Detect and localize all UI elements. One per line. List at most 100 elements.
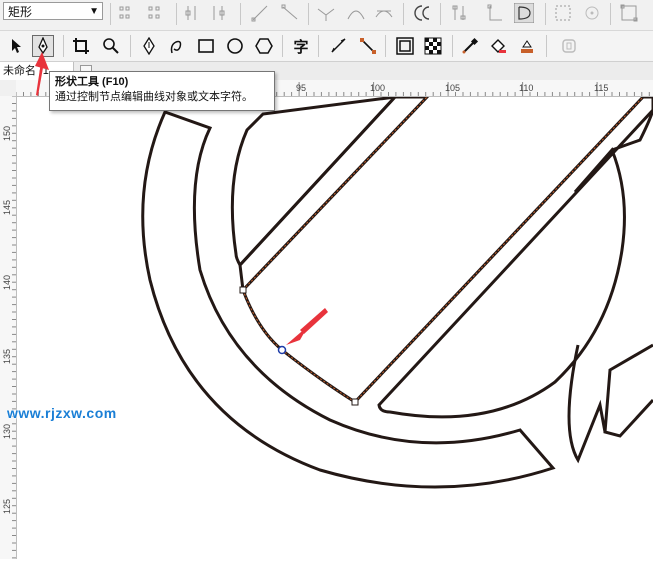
ring-right-outer-path xyxy=(603,343,653,438)
selected-node xyxy=(277,345,287,355)
curve-brush-icon xyxy=(170,40,182,54)
shape-tool-icon xyxy=(38,37,48,55)
rotate-nodes-icon[interactable] xyxy=(582,3,602,23)
reverse-direction-icon[interactable] xyxy=(412,3,432,23)
separator xyxy=(545,3,546,25)
vertical-ruler[interactable]: 150 145 140 135 130 125 xyxy=(0,96,17,559)
break-curve-icon[interactable] xyxy=(210,3,230,23)
ruler-label: 125 xyxy=(2,498,12,514)
node-delete-icon[interactable] xyxy=(146,3,166,23)
connector-icon xyxy=(360,38,376,54)
separator xyxy=(403,3,404,25)
curve-node xyxy=(239,286,247,294)
toolbox: 字 xyxy=(0,31,653,62)
ellipse-icon xyxy=(227,38,243,54)
close-curve-icon[interactable] xyxy=(486,3,506,23)
smart-fill-icon xyxy=(521,40,533,53)
lock-tool[interactable] xyxy=(558,35,580,57)
separator xyxy=(240,3,241,25)
crop-tool[interactable] xyxy=(70,35,92,57)
ellipse-tool[interactable] xyxy=(224,35,246,57)
to-curve-icon[interactable] xyxy=(280,3,300,23)
shape-tool-tooltip: 形状工具 (F10) 通过控制节点编辑曲线对象或文本字符。 xyxy=(49,71,275,111)
transparency-tool[interactable] xyxy=(422,35,444,57)
ruler-label: 145 xyxy=(2,199,12,215)
separator xyxy=(110,3,111,25)
magnifier-icon xyxy=(103,38,119,54)
separator xyxy=(308,3,309,25)
document-tab-label: 未命名 -1 xyxy=(3,65,49,77)
separator xyxy=(130,35,131,57)
tooltip-description: 通过控制节点编辑曲线对象或文本字符。 xyxy=(55,91,253,103)
separator xyxy=(385,35,386,57)
connector-tool[interactable] xyxy=(357,35,379,57)
ruler-label: 100 xyxy=(370,83,386,93)
pointer-icon xyxy=(12,39,21,53)
parallel-dimension-icon xyxy=(331,38,346,53)
ruler-label: 95 xyxy=(296,83,307,93)
shape-type-select-value: 矩形 xyxy=(8,5,33,19)
shape-tool[interactable] xyxy=(32,35,54,57)
zoom-tool[interactable] xyxy=(100,35,122,57)
separator xyxy=(440,3,441,25)
separator xyxy=(452,35,453,57)
ruler-label: 105 xyxy=(445,83,461,93)
symmetric-node-icon[interactable] xyxy=(374,3,394,23)
separator xyxy=(610,3,611,25)
eyedropper-tool[interactable] xyxy=(459,35,481,57)
freehand-tool[interactable] xyxy=(138,35,160,57)
separator xyxy=(282,35,283,57)
pick-tool[interactable] xyxy=(6,35,28,57)
ruler-label: 135 xyxy=(2,348,12,364)
select-all-nodes-icon[interactable] xyxy=(619,3,639,23)
to-line-icon[interactable] xyxy=(250,3,270,23)
watermark: www.rjzxw.com xyxy=(7,405,117,421)
lock-icon xyxy=(562,39,576,53)
pen-nib-icon xyxy=(143,37,155,55)
interactive-fill-tool[interactable] xyxy=(487,35,509,57)
edited-curve-path xyxy=(241,289,356,404)
hexagon-icon xyxy=(255,38,273,54)
ruler-label: 150 xyxy=(2,125,12,141)
separator xyxy=(63,35,64,57)
extend-curve-icon[interactable] xyxy=(450,3,470,23)
property-bar: 矩形 ▼ xyxy=(0,0,653,31)
smooth-node-icon[interactable] xyxy=(346,3,366,23)
rectangle-icon xyxy=(198,39,214,53)
ruler-ticks xyxy=(12,96,16,559)
ruler-corner[interactable] xyxy=(0,80,17,97)
checkerboard-icon xyxy=(424,37,442,55)
contour-tool[interactable] xyxy=(394,35,416,57)
prohibition-sign-drawing[interactable] xyxy=(17,94,653,559)
ruler-label: 110 xyxy=(519,83,534,93)
separator xyxy=(546,35,547,57)
crop-icon xyxy=(73,38,89,54)
rectangle-tool[interactable] xyxy=(195,35,217,57)
dimension-tool[interactable] xyxy=(328,35,350,57)
ruler-label: 130 xyxy=(2,423,12,439)
join-nodes-icon[interactable] xyxy=(184,3,204,23)
auto-close-icon[interactable] xyxy=(514,3,534,23)
edited-curve-highlight xyxy=(242,289,356,403)
text-tool[interactable]: 字 xyxy=(290,35,312,57)
eyedropper-icon xyxy=(462,37,479,54)
ruler-label: 115 xyxy=(594,83,609,93)
shape-type-select[interactable]: 矩形 ▼ xyxy=(3,2,103,20)
slash-lower-path xyxy=(353,95,653,419)
ring-lower-right-path xyxy=(567,344,607,464)
curve-node xyxy=(351,398,359,406)
polygon-tool[interactable] xyxy=(253,35,275,57)
smart-fill-tool[interactable] xyxy=(516,35,538,57)
separator xyxy=(318,35,319,57)
chevron-down-icon: ▼ xyxy=(89,6,99,17)
slash-band-path xyxy=(238,95,431,294)
text-tool-glyph: 字 xyxy=(293,38,309,56)
node-grid-icon[interactable] xyxy=(118,3,138,23)
cusp-node-icon[interactable] xyxy=(316,3,336,23)
ring-outer-left-path xyxy=(141,110,556,489)
separator xyxy=(176,3,177,25)
paint-bucket-icon xyxy=(491,39,506,53)
artistic-media-tool[interactable] xyxy=(166,35,188,57)
drawing-canvas[interactable] xyxy=(17,94,653,559)
marquee-select-icon[interactable] xyxy=(553,3,573,23)
